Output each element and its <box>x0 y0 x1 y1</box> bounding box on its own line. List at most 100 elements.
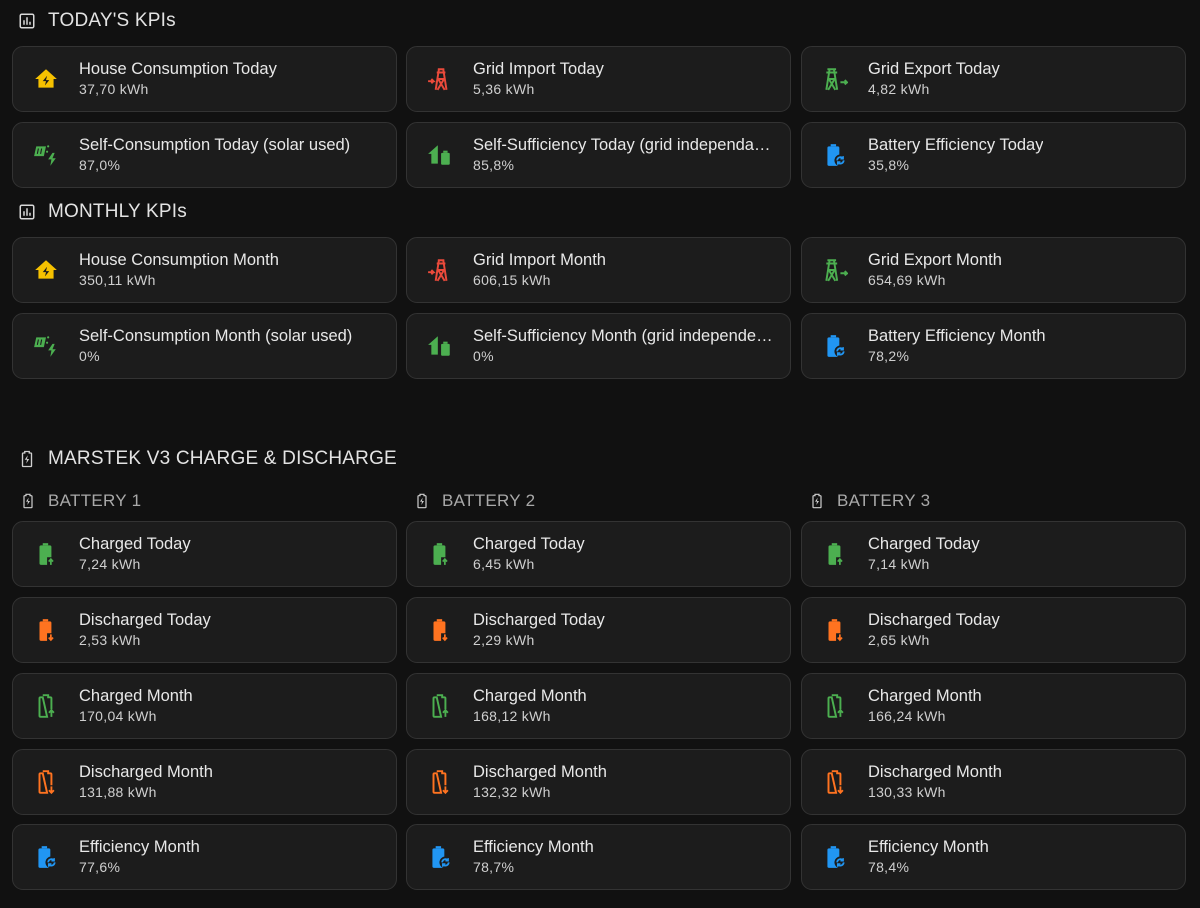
battery-arrow-up-outline-icon <box>33 693 59 719</box>
battery-1-charged-today-card[interactable]: Charged Today 7,24 kWh <box>12 521 397 587</box>
card-value: 350,11 kWh <box>79 272 156 288</box>
kpi-card-self-consumption-today[interactable]: Self-Consumption Today (solar used) 87,0% <box>12 122 397 188</box>
battery-2-discharged-today-card[interactable]: Discharged Today 2,29 kWh <box>406 597 791 663</box>
kpi-card-self-sufficiency-today[interactable]: Self-Sufficiency Today (grid independa… 8… <box>406 122 791 188</box>
kpi-card-self-consumption-month[interactable]: Self-Consumption Month (solar used) 0% <box>12 313 397 379</box>
home-battery-icon <box>427 333 453 359</box>
card-name: Discharged Month <box>79 763 213 781</box>
battery-label: BATTERY 2 <box>442 491 536 510</box>
battery-3-charged-month-card[interactable]: Charged Month 166,24 kWh <box>801 673 1186 739</box>
card-name: Efficiency Month <box>79 838 200 856</box>
kpi-card-grid-export-month[interactable]: Grid Export Month 654,69 kWh <box>801 237 1186 303</box>
battery-label: BATTERY 1 <box>48 491 142 510</box>
battery-2-charged-today-card[interactable]: Charged Today 6,45 kWh <box>406 521 791 587</box>
section-title: MARSTEK V3 CHARGE & DISCHARGE <box>48 448 397 469</box>
battery-arrow-down-outline-icon <box>427 769 453 795</box>
card-name: Charged Today <box>473 535 585 553</box>
battery-1-discharged-month-card[interactable]: Discharged Month 131,88 kWh <box>12 749 397 815</box>
battery-3-header: BATTERY 3 <box>809 490 930 512</box>
card-value: 4,82 kWh <box>868 81 930 97</box>
battery-2-discharged-month-card[interactable]: Discharged Month 132,32 kWh <box>406 749 791 815</box>
card-name: Efficiency Month <box>868 838 989 856</box>
card-value: 35,8% <box>868 157 910 173</box>
card-value: 130,33 kWh <box>868 784 946 800</box>
card-value: 77,6% <box>79 859 121 875</box>
kpi-card-grid-import-today[interactable]: Grid Import Today 5,36 kWh <box>406 46 791 112</box>
kpi-card-grid-export-today[interactable]: Grid Export Today 4,82 kWh <box>801 46 1186 112</box>
battery-arrow-up-outline-icon <box>427 693 453 719</box>
card-value: 0% <box>79 348 100 364</box>
card-name: Discharged Month <box>868 763 1002 781</box>
battery-2-efficiency-month-card[interactable]: Efficiency Month 78,7% <box>406 824 791 890</box>
card-value: 170,04 kWh <box>79 708 157 724</box>
card-value: 7,24 kWh <box>79 556 141 572</box>
battery-1-efficiency-month-card[interactable]: Efficiency Month 77,6% <box>12 824 397 890</box>
card-name: Charged Today <box>868 535 980 553</box>
kpi-card-battery-efficiency-month[interactable]: Battery Efficiency Month 78,2% <box>801 313 1186 379</box>
battery-arrow-up-icon <box>427 541 453 567</box>
section-title: TODAY'S KPIs <box>48 10 176 31</box>
kpi-card-house-consumption-today[interactable]: House Consumption Today 37,70 kWh <box>12 46 397 112</box>
battery-charging-icon <box>809 492 825 510</box>
solar-power-variant-icon <box>33 142 59 168</box>
battery-sync-icon <box>822 142 848 168</box>
battery-2-charged-month-card[interactable]: Charged Month 168,12 kWh <box>406 673 791 739</box>
card-value: 132,32 kWh <box>473 784 551 800</box>
battery-sync-icon <box>822 844 848 870</box>
card-value: 5,36 kWh <box>473 81 535 97</box>
home-lightning-icon <box>33 66 59 92</box>
battery-sync-icon <box>427 844 453 870</box>
battery-sync-icon <box>822 333 848 359</box>
battery-3-charged-today-card[interactable]: Charged Today 7,14 kWh <box>801 521 1186 587</box>
card-name: Discharged Today <box>868 611 1000 629</box>
battery-charging-icon <box>20 492 36 510</box>
card-value: 7,14 kWh <box>868 556 930 572</box>
battery-arrow-down-icon <box>33 617 59 643</box>
battery-charging-icon <box>414 492 430 510</box>
card-value: 0% <box>473 348 494 364</box>
transmission-tower-export-icon <box>822 257 848 283</box>
kpi-card-house-consumption-month[interactable]: House Consumption Month 350,11 kWh <box>12 237 397 303</box>
card-name: Grid Import Today <box>473 60 604 78</box>
kpi-card-self-sufficiency-month[interactable]: Self-Sufficiency Month (grid independe… 0… <box>406 313 791 379</box>
card-value: 87,0% <box>79 157 121 173</box>
home-lightning-icon <box>33 257 59 283</box>
kpi-card-grid-import-month[interactable]: Grid Import Month 606,15 kWh <box>406 237 791 303</box>
card-name: Discharged Today <box>79 611 211 629</box>
battery-2-header: BATTERY 2 <box>414 490 535 512</box>
battery-charging-icon <box>18 450 36 468</box>
card-name: House Consumption Today <box>79 60 277 78</box>
card-name: Self-Consumption Month (solar used) <box>79 327 353 345</box>
battery-1-discharged-today-card[interactable]: Discharged Today 2,53 kWh <box>12 597 397 663</box>
battery-sync-icon <box>33 844 59 870</box>
battery-arrow-down-outline-icon <box>822 769 848 795</box>
section-header-month: MONTHLY KPIs <box>18 200 187 224</box>
home-battery-icon <box>427 142 453 168</box>
battery-arrow-up-outline-icon <box>822 693 848 719</box>
battery-arrow-down-outline-icon <box>33 769 59 795</box>
section-header-today: TODAY'S KPIs <box>18 9 176 33</box>
transmission-tower-export-icon <box>822 66 848 92</box>
card-value: 2,53 kWh <box>79 632 141 648</box>
card-value: 166,24 kWh <box>868 708 946 724</box>
battery-3-discharged-month-card[interactable]: Discharged Month 130,33 kWh <box>801 749 1186 815</box>
battery-3-discharged-today-card[interactable]: Discharged Today 2,65 kWh <box>801 597 1186 663</box>
card-name: Grid Export Month <box>868 251 1002 269</box>
battery-3-efficiency-month-card[interactable]: Efficiency Month 78,4% <box>801 824 1186 890</box>
kpi-card-battery-efficiency-today[interactable]: Battery Efficiency Today 35,8% <box>801 122 1186 188</box>
battery-arrow-down-icon <box>822 617 848 643</box>
solar-power-variant-icon <box>33 333 59 359</box>
section-title: MONTHLY KPIs <box>48 201 187 222</box>
battery-arrow-up-icon <box>33 541 59 567</box>
card-name: Self-Sufficiency Today (grid independa… <box>473 136 771 154</box>
battery-1-charged-month-card[interactable]: Charged Month 170,04 kWh <box>12 673 397 739</box>
card-name: Charged Month <box>868 687 982 705</box>
card-name: Grid Import Month <box>473 251 606 269</box>
card-name: Grid Export Today <box>868 60 1000 78</box>
card-name: Charged Month <box>473 687 587 705</box>
card-value: 85,8% <box>473 157 515 173</box>
card-name: Efficiency Month <box>473 838 594 856</box>
battery-1-header: BATTERY 1 <box>20 490 141 512</box>
card-name: Discharged Month <box>473 763 607 781</box>
battery-arrow-up-icon <box>822 541 848 567</box>
